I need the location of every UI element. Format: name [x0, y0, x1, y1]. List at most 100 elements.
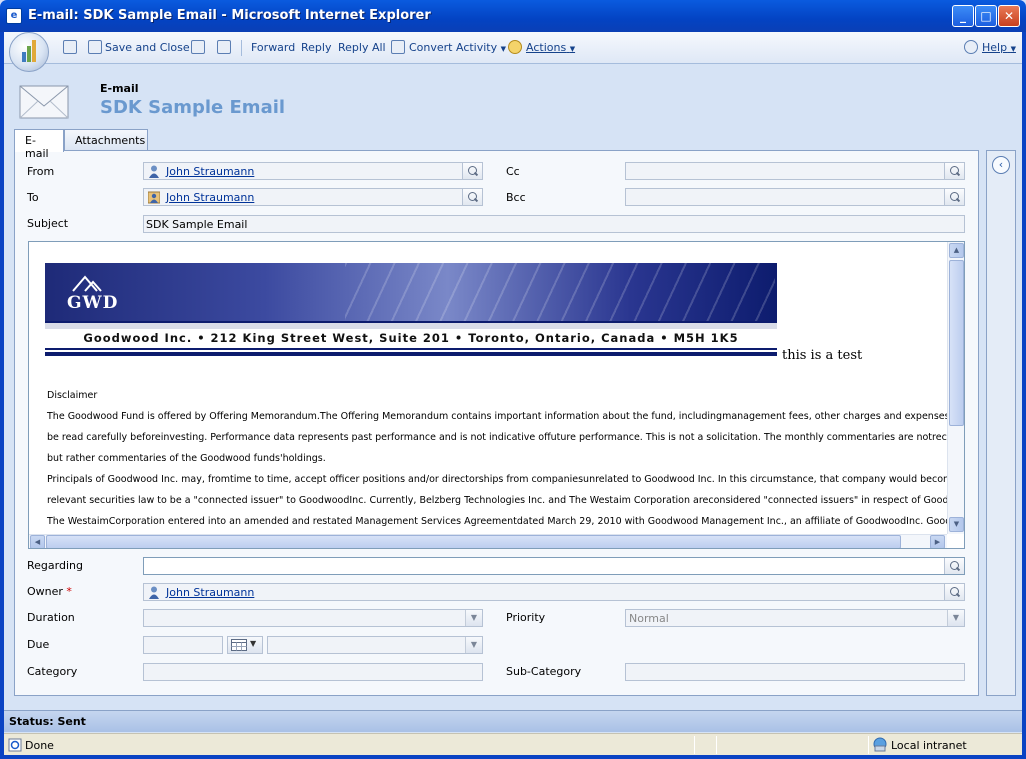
- category-label: Category: [27, 665, 78, 678]
- email-body[interactable]: GWD Goodwood Inc. • 212 King Street West…: [28, 241, 965, 549]
- actions-label: Actions: [526, 41, 567, 54]
- reply-all-button[interactable]: Reply All: [338, 41, 386, 54]
- priority-label: Priority: [506, 611, 546, 624]
- forward-button[interactable]: Forward: [251, 41, 295, 54]
- duration-select[interactable]: ▼: [143, 609, 483, 627]
- regarding-label: Regarding: [27, 559, 83, 572]
- lookup-icon[interactable]: [944, 584, 964, 600]
- category-field[interactable]: [143, 663, 483, 681]
- save-close-icon[interactable]: [88, 40, 102, 54]
- subject-field[interactable]: SDK Sample Email: [143, 215, 965, 233]
- convert-activity-icon[interactable]: [391, 40, 405, 54]
- owner-label: Owner *: [27, 585, 72, 598]
- print-icon[interactable]: [217, 40, 231, 54]
- ie-window-icon[interactable]: e: [6, 8, 22, 24]
- convert-activity-menu[interactable]: Convert Activity ▼: [409, 41, 506, 54]
- save-icon[interactable]: [63, 40, 77, 54]
- email-envelope-icon: [19, 85, 69, 119]
- scroll-down-icon[interactable]: ▼: [949, 517, 964, 532]
- goodwood-banner-image: GWD Goodwood Inc. • 212 King Street West…: [45, 263, 777, 357]
- window-title-bar[interactable]: e E-mail: SDK Sample Email - Microsoft I…: [0, 0, 1026, 32]
- to-label: To: [27, 191, 39, 204]
- subcategory-field[interactable]: [625, 663, 965, 681]
- owner-value[interactable]: John Straumann: [166, 586, 254, 599]
- reply-button[interactable]: Reply: [301, 41, 331, 54]
- disclaimer-line: relevant securities law to be a "connect…: [47, 495, 965, 506]
- entity-type-label: E-mail: [100, 82, 139, 95]
- side-navigation-panel: ‹: [986, 150, 1016, 696]
- disclaimer-line: The Goodwood Fund is offered by Offering…: [47, 411, 965, 422]
- calendar-button[interactable]: ▼: [227, 636, 263, 654]
- actions-menu[interactable]: Actions ▼: [526, 41, 575, 54]
- browser-status-text: Done: [25, 739, 54, 752]
- record-status: Status: Sent: [9, 715, 86, 728]
- help-icon[interactable]: [964, 40, 978, 54]
- banner-address: Goodwood Inc. • 212 King Street West, Su…: [45, 329, 777, 347]
- due-time-select[interactable]: ▼: [267, 636, 483, 654]
- lookup-icon[interactable]: [462, 189, 482, 205]
- save-new-icon[interactable]: [191, 40, 205, 54]
- gwd-logo-text: GWD: [67, 293, 119, 313]
- disclaimer-line: The WestaimCorporation entered into an a…: [47, 516, 965, 527]
- to-value[interactable]: John Straumann: [166, 191, 254, 204]
- cc-field[interactable]: [625, 162, 965, 180]
- chevron-down-icon: ▼: [250, 639, 257, 648]
- house-roof-icon: [72, 275, 102, 292]
- subject-label: Subject: [27, 217, 69, 230]
- user-icon: [149, 165, 159, 178]
- horizontal-scroll-thumb[interactable]: [46, 535, 901, 548]
- close-button[interactable]: ✕: [998, 5, 1020, 27]
- lookup-icon[interactable]: [944, 558, 964, 574]
- crm-logo-icon[interactable]: [9, 32, 49, 72]
- chevron-down-icon[interactable]: ▼: [465, 610, 482, 626]
- tab-email[interactable]: E-mail: [14, 129, 64, 160]
- save-close-button[interactable]: Save and Close: [105, 41, 190, 54]
- from-field[interactable]: John Straumann: [143, 162, 483, 180]
- duration-label: Duration: [27, 611, 75, 624]
- subject-value: SDK Sample Email: [146, 218, 248, 231]
- toolbar-separator: [241, 40, 242, 56]
- contact-icon: [148, 191, 160, 204]
- ie-page-icon: [8, 738, 22, 752]
- due-label: Due: [27, 638, 50, 651]
- lookup-icon[interactable]: [944, 189, 964, 205]
- tab-attachments[interactable]: Attachments: [64, 129, 148, 150]
- status-divider: [716, 736, 717, 754]
- owner-field[interactable]: John Straumann: [143, 583, 965, 601]
- status-divider: [868, 736, 869, 754]
- help-menu[interactable]: Help ▼: [982, 41, 1016, 54]
- minimize-button[interactable]: _: [952, 5, 974, 27]
- record-status-bar: Status: Sent: [4, 710, 1022, 732]
- lookup-icon[interactable]: [462, 163, 482, 179]
- maximize-button[interactable]: □: [975, 5, 997, 27]
- to-field[interactable]: John Straumann: [143, 188, 483, 206]
- bcc-label: Bcc: [506, 191, 526, 204]
- body-text: this is a test: [782, 348, 863, 363]
- disclaimer-line: Principals of Goodwood Inc. may, fromtim…: [47, 474, 965, 485]
- scroll-left-icon[interactable]: ◀: [30, 535, 45, 548]
- chevron-down-icon[interactable]: ▼: [465, 637, 482, 653]
- intranet-zone-icon: [873, 737, 887, 752]
- priority-value: Normal: [629, 612, 669, 625]
- vertical-scroll-thumb[interactable]: [949, 260, 964, 426]
- chevron-down-icon[interactable]: ▼: [947, 610, 964, 626]
- priority-select[interactable]: Normal ▼: [625, 609, 965, 627]
- owner-label-text: Owner: [27, 585, 63, 598]
- chevron-down-icon: ▼: [1010, 45, 1016, 53]
- scroll-up-icon[interactable]: ▲: [949, 243, 964, 258]
- required-marker: *: [66, 585, 72, 598]
- security-zone: Local intranet: [891, 739, 967, 752]
- cc-label: Cc: [506, 165, 520, 178]
- from-value[interactable]: John Straumann: [166, 165, 254, 178]
- vertical-scrollbar[interactable]: ▲ ▼: [947, 242, 964, 534]
- regarding-field[interactable]: [143, 557, 965, 575]
- horizontal-scrollbar[interactable]: ◀ ▶: [29, 534, 947, 548]
- expand-nav-icon[interactable]: ‹: [992, 156, 1010, 174]
- bcc-field[interactable]: [625, 188, 965, 206]
- disclaimer-line: be read carefully beforeinvesting. Perfo…: [47, 432, 965, 443]
- scroll-right-icon[interactable]: ▶: [930, 535, 945, 548]
- lookup-icon[interactable]: [944, 163, 964, 179]
- due-date-field[interactable]: [143, 636, 223, 654]
- actions-icon[interactable]: [508, 40, 522, 54]
- window-title: E-mail: SDK Sample Email - Microsoft Int…: [28, 8, 431, 23]
